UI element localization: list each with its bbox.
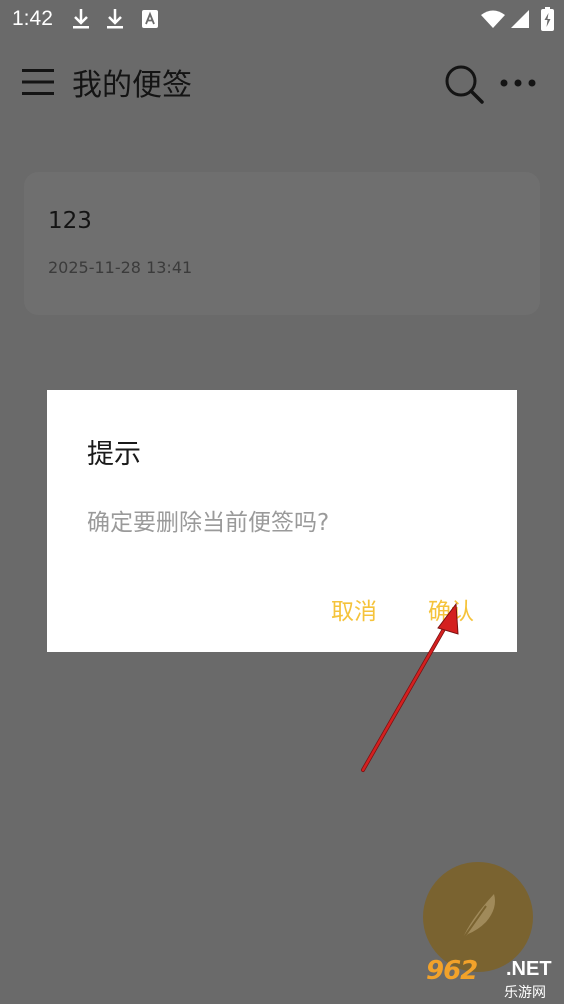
more-options-icon[interactable]: [499, 76, 539, 90]
menu-icon[interactable]: [22, 67, 56, 97]
app-bar: 我的便签: [0, 40, 564, 124]
battery-icon: [541, 7, 554, 31]
signal-icon: [511, 10, 529, 28]
status-bar: 1:42: [0, 0, 564, 40]
feather-pen-icon: [461, 894, 495, 941]
note-card[interactable]: 123 2025-11-28 13:41: [24, 172, 540, 315]
cancel-button[interactable]: 取消: [331, 592, 377, 626]
status-time: 1:42: [12, 7, 53, 30]
page-title: 我的便签: [72, 68, 192, 103]
confirm-button[interactable]: 确认: [428, 592, 474, 626]
dialog-title: 提示: [87, 439, 141, 470]
confirm-delete-dialog: 提示 确定要删除当前便签吗? 取消 确认: [47, 390, 517, 652]
download-icon: [73, 9, 89, 29]
watermark-logo: 962: [426, 956, 478, 986]
search-icon[interactable]: [442, 62, 486, 106]
dialog-message: 确定要删除当前便签吗?: [87, 510, 330, 536]
wifi-icon: [481, 10, 505, 28]
watermark-site-name: 乐游网: [504, 985, 546, 1001]
note-title: 123: [48, 208, 92, 234]
site-watermark: 962 .NET 乐游网: [426, 956, 560, 1001]
download-icon: [107, 9, 123, 29]
note-timestamp: 2025-11-28 13:41: [48, 258, 193, 277]
watermark-domain: .NET: [506, 958, 552, 980]
app-notification-icon: [142, 10, 158, 28]
